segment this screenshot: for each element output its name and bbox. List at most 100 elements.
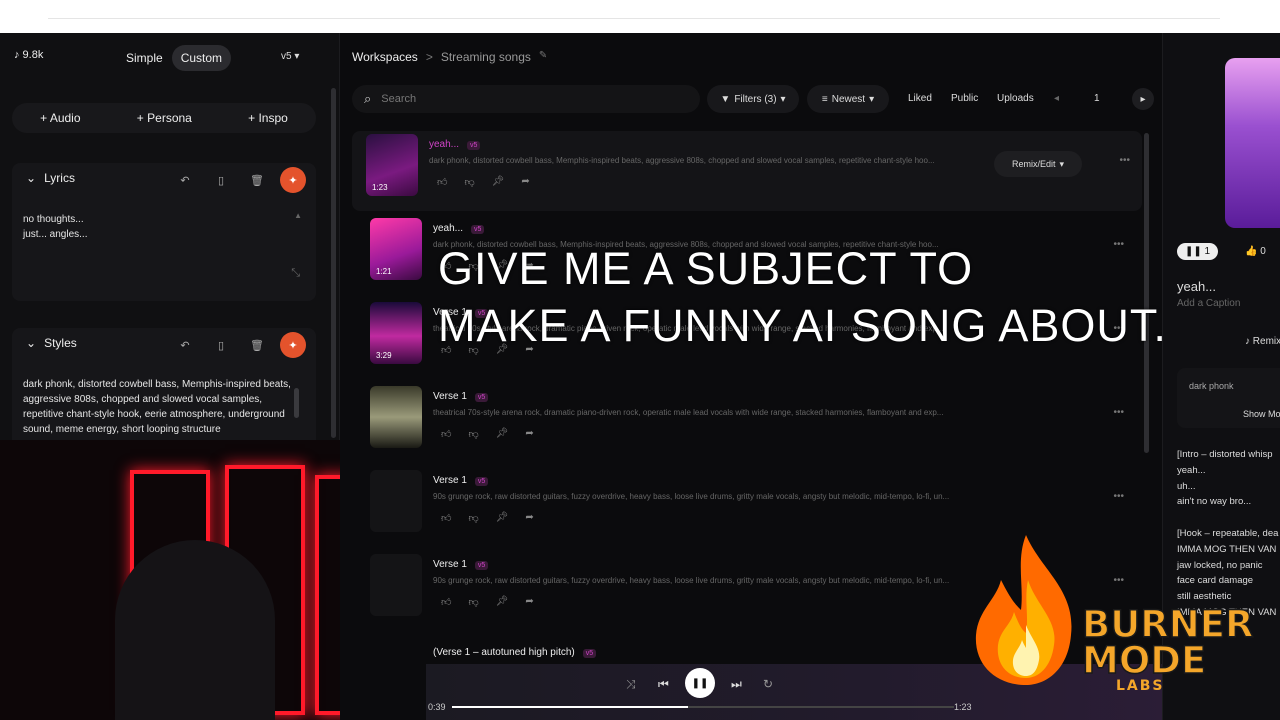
shuffle-icon[interactable]: ⤨ (626, 677, 636, 692)
styles-scrollbar[interactable] (294, 388, 299, 418)
song-row[interactable]: Verse 1 v5 theatrical 70s-style arena rock… (356, 383, 1136, 463)
page-number[interactable]: 1 (1094, 93, 1100, 104)
search-placeholder: Search (381, 93, 417, 105)
mode-custom-button[interactable]: Custom (171, 45, 232, 71)
song-title[interactable]: yeah... v5 (429, 139, 481, 150)
credits-counter: ♪ 9.8k (14, 49, 44, 61)
copy-icon[interactable]: ▯ (208, 167, 234, 193)
filters-button[interactable]: ▼ Filters (3) ▾ (707, 85, 799, 113)
like-button[interactable]: 👍 0 (1245, 246, 1266, 257)
song-description: 90s grunge rock, raw distorted guitars, … (433, 492, 950, 501)
thumbs-down-icon[interactable]: 👎︎ (468, 512, 478, 524)
remix-edit-label: Remix/Edit (1011, 159, 1056, 169)
style-tag: dark phonk (1189, 381, 1234, 391)
scroll-up-icon[interactable]: ▲ (294, 211, 302, 220)
breadcrumb-current[interactable]: Streaming songs (441, 50, 531, 64)
song-title[interactable]: Verse 1 v5 (433, 559, 489, 570)
play-count-badge[interactable]: ❚❚ 1 (1177, 243, 1219, 260)
chevron-down-icon: ▾ (780, 93, 786, 105)
sort-button[interactable]: ≡ Newest ▾ (807, 85, 889, 113)
play-count: 1 (1204, 246, 1211, 257)
share-icon[interactable]: ➦ (525, 512, 533, 524)
magic-wand-icon[interactable]: ✦ (280, 167, 306, 193)
song-title[interactable]: Verse 1 v5 (433, 391, 489, 402)
repeat-icon[interactable]: ↻ (763, 677, 773, 691)
thumbs-up-icon[interactable]: 👍︎ (437, 176, 447, 188)
cover-art (1225, 58, 1280, 228)
thumbs-up-icon[interactable]: 👍︎ (441, 428, 451, 440)
public-filter[interactable]: Public (951, 93, 978, 104)
undo-icon[interactable]: ↶ (172, 167, 198, 193)
caption-line-2: MAKE A FUNNY AI SONG ABOUT. (438, 300, 1167, 351)
share-icon[interactable]: ➦ (525, 428, 533, 440)
chevron-down-icon[interactable]: ⌄ (26, 171, 36, 185)
more-options-icon[interactable]: ••• (1113, 491, 1124, 502)
song-title-text: Verse 1 (433, 475, 467, 486)
song-actions: 👍︎ 👎︎ 📌︎ ➦ (441, 596, 534, 608)
thumbs-down-icon[interactable]: 👎︎ (468, 596, 478, 608)
pin-icon[interactable]: 📌︎ (496, 596, 509, 608)
styles-textarea[interactable]: dark phonk, distorted cowbell bass, Memp… (23, 377, 293, 437)
song-duration: 1:21 (376, 267, 392, 276)
caption-line-1: GIVE ME A SUBJECT TO (438, 243, 974, 294)
search-input[interactable]: ⌕ Search (352, 85, 700, 113)
more-options-icon[interactable]: ••• (1119, 155, 1130, 166)
show-more-button[interactable]: Show More (1243, 409, 1280, 419)
more-options-icon[interactable]: ••• (1113, 407, 1124, 418)
song-thumbnail[interactable] (370, 554, 422, 616)
add-persona-button[interactable]: + Persona (137, 111, 192, 125)
breadcrumb-separator: > (425, 50, 433, 64)
pin-icon[interactable]: 📌︎ (496, 428, 509, 440)
lyrics-panel: ⌄ Lyrics ↶ ▯ 🗑 ✦ no thoughts... just... a… (12, 163, 316, 301)
pencil-icon[interactable]: ✎ (539, 50, 547, 64)
next-page-icon[interactable]: ▸ (1132, 88, 1154, 110)
liked-filter[interactable]: Liked (908, 93, 932, 104)
song-title[interactable]: Verse 1 v5 (433, 475, 489, 486)
song-thumbnail[interactable] (370, 386, 422, 448)
trash-icon[interactable]: 🗑 (244, 167, 270, 193)
song-title[interactable]: (Verse 1 – autotuned high pitch) v5 (433, 647, 597, 658)
song-title-text: (Verse 1 – autotuned high pitch) (433, 647, 575, 658)
uploads-filter[interactable]: Uploads (997, 93, 1034, 104)
pin-icon[interactable]: 📌︎ (492, 176, 505, 188)
style-box: dark phonk Show More (1177, 368, 1280, 428)
chevron-down-icon[interactable]: ⌄ (26, 336, 36, 350)
remix-button[interactable]: ♪ Remix (1245, 336, 1280, 347)
next-icon[interactable]: ⏭ (731, 677, 742, 692)
thumbs-down-icon[interactable]: 👎︎ (464, 176, 474, 188)
undo-icon[interactable]: ↶ (172, 332, 198, 358)
lyrics-textarea[interactable]: no thoughts... just... angles... (23, 212, 87, 242)
thumbs-down-icon[interactable]: 👎︎ (468, 428, 478, 440)
add-inspo-button[interactable]: + Inspo (248, 111, 288, 125)
prev-page-icon[interactable]: ◂ (1054, 93, 1059, 104)
share-icon[interactable]: ➦ (521, 176, 529, 188)
song-title[interactable]: yeah... v5 (433, 223, 485, 234)
lyrics-line: no thoughts... (23, 214, 84, 225)
mode-simple-button[interactable]: Simple (117, 45, 172, 71)
thumbs-up-icon[interactable]: 👍︎ (441, 512, 451, 524)
caption-input[interactable]: Add a Caption (1177, 298, 1240, 309)
pause-button[interactable]: ❚❚ (685, 668, 715, 698)
pin-icon[interactable]: 📌︎ (496, 512, 509, 524)
version-select[interactable]: v5 ▾ (281, 51, 299, 62)
thumbs-up-icon[interactable]: 👍︎ (441, 596, 451, 608)
expand-icon[interactable]: ⤡ (291, 267, 300, 280)
magic-wand-icon[interactable]: ✦ (280, 332, 306, 358)
share-icon[interactable]: ➦ (525, 596, 533, 608)
song-actions: 👍︎ 👎︎ 📌︎ ➦ (437, 176, 530, 188)
logo-word-mode: MODE (1081, 639, 1207, 682)
previous-icon[interactable]: ⏮ (658, 677, 669, 692)
song-title-text: Verse 1 (433, 391, 467, 402)
trash-icon[interactable]: 🗑 (244, 332, 270, 358)
progress-bar[interactable] (452, 706, 954, 708)
add-audio-button[interactable]: + Audio (40, 111, 80, 125)
breadcrumb-workspaces[interactable]: Workspaces (352, 50, 418, 64)
sort-icon: ≡ (821, 93, 828, 105)
song-thumbnail[interactable] (370, 470, 422, 532)
song-actions: 👍︎ 👎︎ 📌︎ ➦ (441, 428, 534, 440)
sidebar-scrollbar[interactable] (331, 88, 336, 438)
song-row[interactable]: 1:23 yeah... v5 dark phonk, distorted cowbe… (352, 131, 1142, 211)
lyrics-label: Lyrics (44, 171, 75, 185)
remix-edit-button[interactable]: Remix/Edit ▾ (994, 151, 1082, 177)
copy-icon[interactable]: ▯ (208, 332, 234, 358)
